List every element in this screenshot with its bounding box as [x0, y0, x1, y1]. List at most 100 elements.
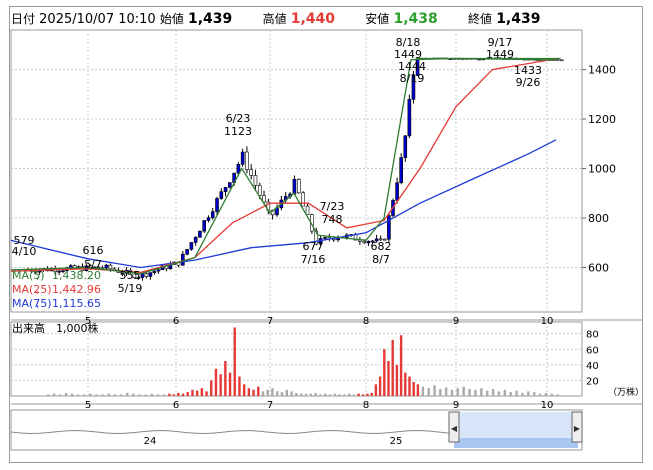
- volume-bar: [242, 384, 246, 396]
- volume-bar: [144, 394, 147, 396]
- volume-bar: [387, 360, 390, 396]
- volume-bar: [168, 393, 171, 396]
- volume-bar: [191, 389, 194, 396]
- volume-bar: [338, 394, 341, 396]
- volume-bar: [391, 339, 394, 396]
- volume-bar: [172, 394, 175, 396]
- ma25-line: [10, 58, 557, 274]
- candle-body: [240, 151, 245, 165]
- candle-body: [292, 178, 297, 195]
- legend-value: 1,442.96: [52, 283, 101, 296]
- volume-bar: [556, 394, 559, 396]
- annotation-value: 677: [303, 240, 324, 253]
- navigator-year-label: 25: [390, 436, 403, 447]
- candle-body: [407, 98, 412, 137]
- volume-bar: [228, 372, 232, 396]
- legend-sep: ,: [36, 269, 40, 282]
- volume-bar: [177, 392, 180, 396]
- candle-body: [362, 241, 367, 244]
- annotation-date: 6/23: [226, 112, 251, 125]
- candle-body: [399, 157, 403, 184]
- volume-bar: [357, 393, 360, 396]
- volume-bar: [361, 394, 365, 396]
- volume-x-tick-label: 10: [541, 400, 554, 411]
- volume-bar: [480, 388, 483, 396]
- volume-bar: [280, 392, 284, 396]
- volume-bar: [366, 393, 369, 396]
- candle-body: [189, 242, 194, 250]
- candlestick-group: [25, 57, 564, 281]
- volume-x-tick-label: 6: [173, 400, 179, 411]
- volume-bar: [370, 392, 373, 396]
- volume-y-tick-label: 40: [586, 361, 599, 372]
- volume-bars: [46, 327, 559, 396]
- candle-body: [202, 220, 206, 232]
- candle-body: [301, 192, 305, 207]
- price-y-tick-label: 1000: [588, 163, 616, 176]
- volume-bar: [319, 394, 322, 396]
- candle-body: [245, 151, 249, 170]
- volume-bar: [304, 393, 308, 396]
- volume-bar: [412, 381, 415, 396]
- price-x-tick-label: 7: [267, 316, 273, 327]
- legend-label: MA(5): [12, 269, 45, 282]
- volume-x-tick-label: 7: [267, 400, 273, 411]
- volume-bar: [290, 391, 293, 396]
- volume-bar: [233, 327, 236, 396]
- volume-bar: [156, 394, 160, 396]
- volume-bar: [70, 393, 74, 396]
- volume-x-tick-label: 9: [453, 400, 459, 411]
- volume-bar: [383, 349, 386, 396]
- volume-bar: [378, 376, 382, 396]
- volume-bar: [261, 391, 265, 396]
- candle-body: [198, 230, 202, 238]
- candle-body: [223, 187, 228, 192]
- volume-bar: [491, 388, 495, 396]
- volume-bar: [247, 388, 251, 396]
- volume-bar: [462, 386, 465, 396]
- annotation-value: 1444: [398, 60, 426, 73]
- candle-body: [559, 59, 564, 62]
- legend-sep: ,: [36, 297, 40, 310]
- navigator-year-label: 24: [144, 436, 157, 447]
- candle-body: [140, 273, 145, 278]
- annotation-date: 8/19: [400, 72, 425, 85]
- price-x-tick-label: 8: [363, 316, 369, 327]
- volume-bar: [497, 391, 501, 396]
- volume-bar: [113, 394, 117, 396]
- volume-bar: [138, 394, 141, 396]
- volume-bar: [474, 389, 477, 396]
- volume-bar: [89, 393, 92, 396]
- volume-bar: [433, 385, 436, 396]
- legend-value: 1,115.65: [52, 297, 101, 310]
- annotation-value: 682: [371, 240, 392, 253]
- volume-bar: [324, 393, 327, 396]
- candle-body: [148, 272, 153, 277]
- candle-body: [257, 185, 262, 196]
- candle-body: [249, 169, 253, 176]
- volume-bar: [404, 372, 407, 396]
- volume-bar: [58, 394, 62, 396]
- volume-bar: [444, 387, 448, 396]
- annotation-value: 1433: [514, 64, 542, 77]
- volume-bar: [521, 392, 524, 396]
- volume-bar: [195, 390, 199, 396]
- legend-sep: ,: [36, 283, 40, 296]
- price-y-tick-label: 800: [588, 212, 609, 225]
- volume-bar: [82, 394, 86, 396]
- volume-bar: [125, 392, 129, 396]
- candle-body: [395, 182, 399, 201]
- volume-bar: [544, 392, 548, 396]
- volume-bar: [399, 335, 403, 396]
- volume-y-tick-label: 60: [586, 345, 599, 356]
- volume-bar: [186, 392, 189, 396]
- volume-bar: [181, 393, 185, 396]
- candle-body: [104, 264, 109, 269]
- annotation-value: 748: [322, 213, 343, 226]
- candle-body: [555, 59, 560, 61]
- volume-bar: [416, 384, 420, 396]
- candle-body: [403, 135, 408, 158]
- navigator-selected-series: [454, 438, 578, 448]
- annotation-date: 5/19: [118, 282, 143, 295]
- annotation-value: 555: [120, 269, 141, 282]
